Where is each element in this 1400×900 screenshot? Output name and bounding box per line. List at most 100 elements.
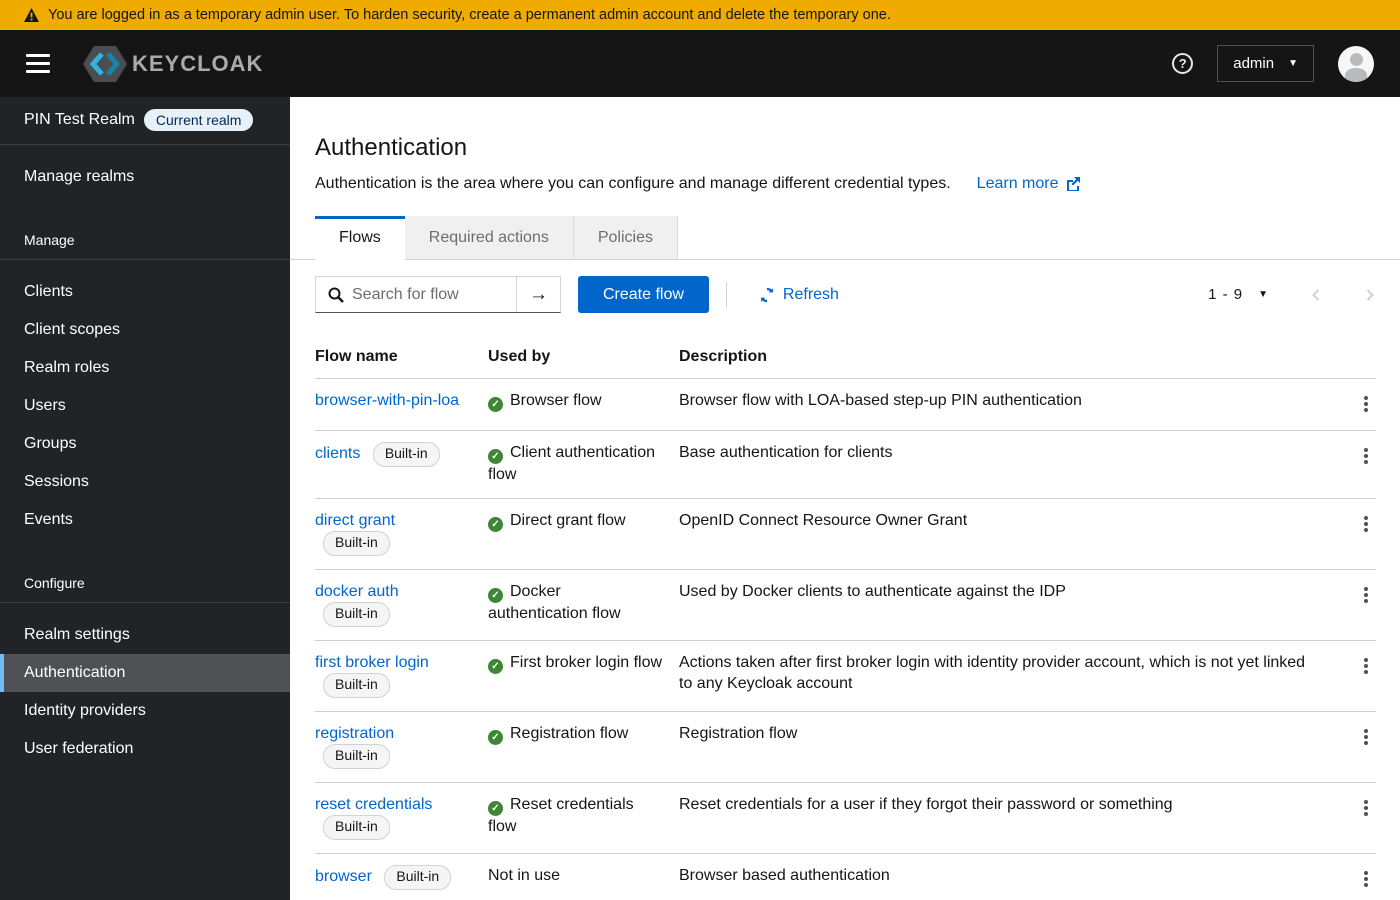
sidebar-item-events[interactable]: Events [0,501,290,539]
used-by-label: First broker login flow [510,654,663,671]
nav-toggle-button[interactable] [24,50,52,77]
built-in-badge: Built-in [372,442,440,467]
temporary-admin-warning-banner: You are logged in as a temporary admin u… [0,0,1400,30]
kebab-menu-button[interactable] [1356,582,1376,627]
search-submit-button[interactable]: → [516,277,560,312]
check-circle-icon: ✓ [488,801,503,816]
pagination-range: 1 - 9 [1208,286,1244,303]
used-by-cell: ✓ Client authentication flow [488,431,679,498]
tab-policies[interactable]: Policies [573,216,678,260]
check-circle-icon: ✓ [488,588,503,603]
flow-link[interactable]: browser-with-pin-loa [315,392,459,409]
built-in-badge: Built-in [323,815,390,840]
used-by-label: Not in use [488,867,561,884]
table-row: docker auth Built-in ✓ Docker authenticati… [315,570,1376,641]
refresh-icon [760,287,774,302]
create-flow-button[interactable]: Create flow [578,276,709,313]
table-header: Flow name Used by Description [315,334,1376,379]
pagination-options-icon[interactable]: ▼ [1258,289,1268,300]
kebab-menu-button[interactable] [1356,795,1376,840]
used-by-cell: ✓ Direct grant flow [488,499,679,569]
search-input[interactable] [352,277,516,312]
table-row: direct grant Built-in ✓ Direct grant flow O… [315,499,1376,570]
current-realm-badge: Current realm [143,109,254,131]
flow-description: Base authentication for clients [679,444,893,461]
main-content: Authentication Authentication is the are… [290,97,1400,900]
built-in-badge: Built-in [323,531,390,556]
sidebar-item-manage-realms[interactable]: Manage realms [0,158,290,196]
sidebar-group-label-configure: Configure [0,566,290,603]
sidebar-item-client-scopes[interactable]: Client scopes [0,311,290,349]
used-by-cell: ✓ Browser flow [488,379,679,430]
built-in-badge: Built-in [323,602,390,627]
learn-more-label: Learn more [976,175,1059,192]
keycloak-logo: KEYCLOAK [82,44,263,84]
keycloak-hexagon-icon [83,45,127,82]
flow-description: Actions taken after first broker login w… [679,654,1306,692]
flow-link[interactable]: docker auth [315,583,399,600]
sidebar-item-identity-providers[interactable]: Identity providers [0,692,290,730]
search-group: → [315,276,561,313]
sidebar-item-users[interactable]: Users [0,387,290,425]
user-dropdown[interactable]: admin ▼ [1217,45,1314,82]
flow-link[interactable]: reset credentials [315,796,432,813]
used-by-cell: ✓ Docker authentication flow [488,570,679,640]
flow-description: Browser flow with LOA-based step-up PIN … [679,392,1082,409]
help-icon[interactable]: ? [1172,53,1194,74]
refresh-button[interactable]: Refresh [759,286,839,304]
toolbar: → Create flow Refresh 1 - 9 ▼ [290,260,1400,328]
used-by-label: Direct grant flow [510,512,626,529]
kebab-menu-button[interactable] [1356,866,1376,892]
column-flow-name: Flow name [315,348,398,365]
kebab-menu-button[interactable] [1356,653,1376,698]
avatar[interactable] [1338,45,1374,82]
column-used-by: Used by [488,348,551,365]
used-by-cell: ✓ Reset credentials flow [488,783,679,853]
flow-link[interactable]: registration [315,725,394,742]
page-title: Authentication [315,134,468,161]
flow-description: Browser based authentication [679,867,890,884]
kebab-menu-button[interactable] [1356,391,1376,417]
warning-triangle-icon [24,8,39,22]
sidebar-item-realm-settings[interactable]: Realm settings [0,616,290,654]
tab-flows[interactable]: Flows [315,216,405,260]
kebab-menu-button[interactable] [1356,511,1376,556]
chevron-down-icon: ▼ [1288,58,1298,69]
kebab-menu-button[interactable] [1356,724,1376,769]
flow-link[interactable]: direct grant [315,512,395,529]
used-by-cell: ✓ Registration flow [488,712,679,782]
flow-description: OpenID Connect Resource Owner Grant [679,512,968,529]
used-by-cell: Not in use [488,854,679,900]
learn-more-link[interactable]: Learn more [977,175,1080,193]
sidebar-item-authentication[interactable]: Authentication [0,654,290,692]
kebab-menu-button[interactable] [1356,443,1376,485]
built-in-badge: Built-in [323,673,390,698]
flow-description: Reset credentials for a user if they for… [679,796,1173,813]
used-by-label: Reset credentials flow [488,796,634,835]
banner-text: You are logged in as a temporary admin u… [48,7,891,23]
previous-page-button[interactable] [1310,288,1322,302]
used-by-cell: ✓ First broker login flow [488,641,679,711]
flow-link[interactable]: browser [315,868,372,885]
check-circle-icon: ✓ [488,397,503,412]
sidebar-item-clients[interactable]: Clients [0,273,290,311]
next-page-button[interactable] [1364,288,1376,302]
flow-link[interactable]: clients [315,445,360,462]
flow-link[interactable]: first broker login [315,654,429,671]
search-icon [316,277,352,312]
check-circle-icon: ✓ [488,659,503,674]
sidebar-item-groups[interactable]: Groups [0,425,290,463]
table-row: clients Built-in ✓ Client authentication f… [315,431,1376,499]
column-description: Description [679,348,768,365]
sidebar-item-sessions[interactable]: Sessions [0,463,290,501]
pagination: 1 - 9 ▼ [1208,286,1376,303]
refresh-label: Refresh [782,285,839,303]
realm-name: PIN Test Realm [24,111,135,128]
sidebar-item-user-federation[interactable]: User federation [0,730,290,768]
user-name: admin [1233,55,1275,72]
used-by-label: Browser flow [510,392,602,409]
tab-required-actions[interactable]: Required actions [404,216,574,260]
sidebar-item-realm-roles[interactable]: Realm roles [0,349,290,387]
flow-description: Registration flow [679,725,798,742]
realm-selector[interactable]: PIN Test Realm Current realm [0,97,290,145]
